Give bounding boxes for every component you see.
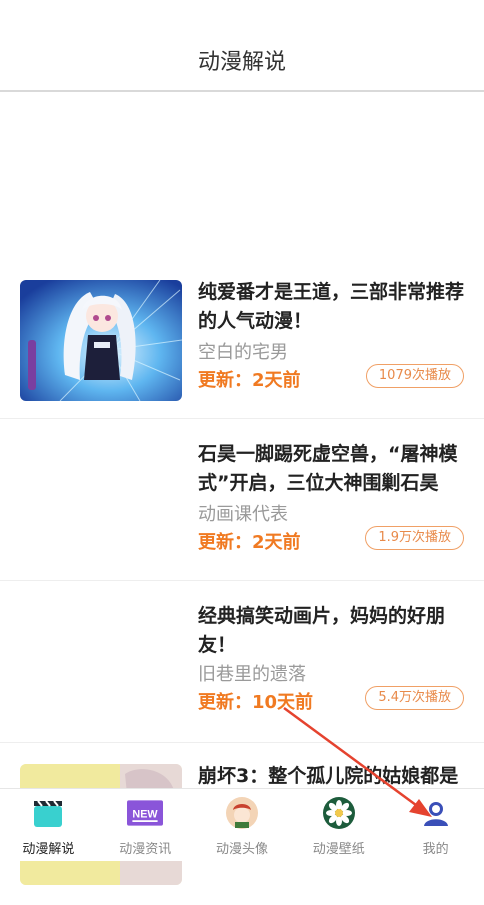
video-title[interactable]: 崩坏3：整个孤儿院的姑娘都是 [198, 762, 468, 791]
tab-label: 动漫壁纸 [312, 842, 365, 857]
tab-mine[interactable]: 我的 [387, 789, 484, 861]
app-header: 动漫解说 [0, 0, 484, 92]
video-card[interactable]: 石昊一脚踢死虚空兽，“屠神模式”开启，三位大神围剿石昊 动画课代表 更新：2天前… [0, 420, 484, 581]
tab-label: 动漫头像 [215, 842, 268, 857]
video-title[interactable]: 经典搞笑动画片，妈妈的好朋友！ [198, 602, 468, 660]
video-card[interactable]: 经典搞笑动画片，妈妈的好朋友！ 旧巷里的遗落 更新：10天前 5.4万次播放 [0, 582, 484, 743]
new-badge-icon: NEW [127, 795, 164, 831]
play-count-badge: 5.4万次播放 [365, 686, 464, 710]
video-author: 动画课代表 [198, 504, 288, 525]
update-time: 更新：10天前 [198, 692, 314, 713]
clapperboard-icon [30, 795, 66, 831]
play-count-badge: 1.9万次播放 [365, 526, 464, 550]
svg-text:NEW: NEW [133, 809, 159, 821]
user-icon [418, 795, 454, 831]
update-time: 更新：2天前 [198, 532, 301, 553]
video-title[interactable]: 石昊一脚踢死虚空兽，“屠神模式”开启，三位大神围剿石昊 [198, 440, 468, 498]
page-title: 动漫解说 [197, 50, 286, 75]
flower-icon [321, 795, 357, 831]
avatar-icon [224, 795, 260, 831]
video-title[interactable]: 纯爱番才是王道，三部非常推荐的人气动漫！ [198, 278, 468, 336]
bottom-tab-bar: 动漫解说 NEW 动漫资讯 动漫头像 动漫壁纸 我的 [0, 788, 484, 861]
video-author: 旧巷里的遗落 [198, 664, 306, 685]
tab-anime-avatar[interactable]: 动漫头像 [194, 789, 291, 861]
tab-anime-news[interactable]: NEW 动漫资讯 [97, 789, 194, 861]
video-card[interactable]: 纯爱番才是王道，三部非常推荐的人气动漫！ 空白的宅男 更新：2天前 1079次播… [0, 258, 484, 419]
video-thumbnail[interactable] [20, 280, 182, 401]
tab-anime-wallpaper[interactable]: 动漫壁纸 [290, 789, 387, 861]
tab-label: 我的 [422, 842, 449, 857]
tab-label: 动漫资讯 [119, 842, 172, 857]
tab-anime-commentary[interactable]: 动漫解说 [0, 789, 97, 861]
play-count-badge: 1079次播放 [365, 364, 464, 388]
tab-label: 动漫解说 [22, 842, 75, 857]
update-time: 更新：2天前 [198, 370, 301, 391]
video-author: 空白的宅男 [198, 342, 288, 363]
